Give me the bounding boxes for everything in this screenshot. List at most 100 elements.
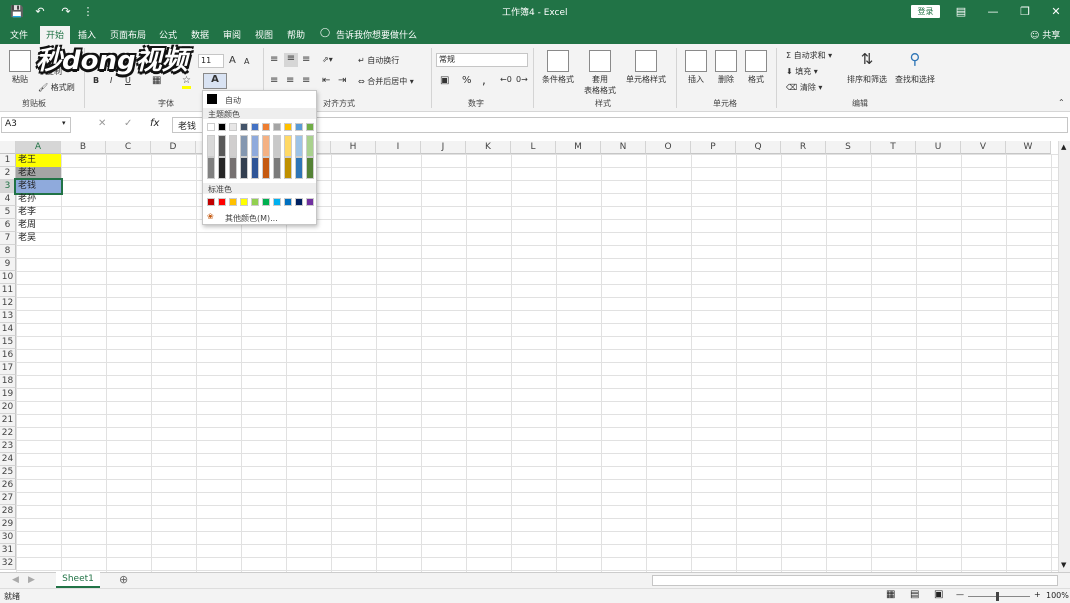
column-header[interactable]: H bbox=[331, 141, 376, 154]
row-header[interactable]: 29 bbox=[0, 518, 16, 531]
delete-cells-button[interactable]: 删除 bbox=[714, 50, 738, 85]
normal-view-icon[interactable]: ▦ bbox=[886, 589, 895, 600]
row-header[interactable]: 18 bbox=[0, 375, 16, 388]
color-swatch[interactable] bbox=[273, 198, 281, 206]
row-header[interactable]: 11 bbox=[0, 284, 16, 297]
color-swatch[interactable] bbox=[207, 157, 215, 179]
underline-button[interactable]: U bbox=[125, 76, 131, 85]
italic-button[interactable]: I bbox=[110, 76, 112, 85]
table-cell[interactable]: 老吴 bbox=[16, 232, 61, 245]
name-box[interactable]: A3 bbox=[1, 117, 71, 133]
close-icon[interactable]: ✕ bbox=[1048, 4, 1064, 20]
align-center-icon[interactable]: ≡ bbox=[286, 75, 294, 86]
color-swatch[interactable] bbox=[273, 123, 281, 131]
column-header[interactable]: M bbox=[556, 141, 601, 154]
column-header[interactable]: I bbox=[376, 141, 421, 154]
color-swatch[interactable] bbox=[207, 198, 215, 206]
decrease-decimal-icon[interactable]: 0→ bbox=[516, 75, 528, 84]
auto-color-option[interactable]: 自动 bbox=[225, 95, 241, 106]
color-swatch[interactable] bbox=[273, 157, 281, 179]
color-swatch[interactable] bbox=[240, 135, 248, 157]
color-swatch[interactable] bbox=[251, 123, 259, 131]
tab-file[interactable]: 文件 bbox=[10, 28, 28, 41]
tab-review[interactable]: 审阅 bbox=[223, 28, 241, 41]
column-header[interactable]: R bbox=[781, 141, 826, 154]
color-swatch[interactable] bbox=[306, 135, 314, 157]
column-header[interactable]: J bbox=[421, 141, 466, 154]
enter-entry-icon[interactable]: ✓ bbox=[124, 118, 132, 129]
save-icon[interactable]: 💾 bbox=[9, 4, 25, 20]
format-as-table-button[interactable]: 套用 表格格式 bbox=[580, 50, 620, 96]
row-header[interactable]: 26 bbox=[0, 479, 16, 492]
column-header[interactable]: K bbox=[466, 141, 511, 154]
color-swatch[interactable] bbox=[306, 123, 314, 131]
shrink-font-button[interactable]: A bbox=[244, 57, 249, 66]
column-header[interactable]: C bbox=[106, 141, 151, 154]
column-header[interactable]: V bbox=[961, 141, 1006, 154]
column-header[interactable]: U bbox=[916, 141, 961, 154]
table-cell[interactable]: 老李 bbox=[16, 206, 61, 219]
color-swatch[interactable] bbox=[295, 123, 303, 131]
color-swatch[interactable] bbox=[229, 198, 237, 206]
row-header[interactable]: 7 bbox=[0, 232, 16, 245]
color-swatch[interactable] bbox=[207, 135, 215, 157]
increase-decimal-icon[interactable]: ←0 bbox=[500, 75, 512, 84]
align-right-icon[interactable]: ≡ bbox=[302, 75, 310, 86]
tab-help[interactable]: 帮助 bbox=[287, 28, 305, 41]
row-header[interactable]: 1 bbox=[0, 154, 16, 167]
row-header[interactable]: 5 bbox=[0, 206, 16, 219]
row-header[interactable]: 23 bbox=[0, 440, 16, 453]
row-header[interactable]: 12 bbox=[0, 297, 16, 310]
share-button[interactable]: ☺ 共享 bbox=[1030, 28, 1060, 41]
column-header[interactable]: N bbox=[601, 141, 646, 154]
page-layout-view-icon[interactable]: ▤ bbox=[910, 589, 919, 600]
row-header[interactable]: 14 bbox=[0, 323, 16, 336]
merge-center-button[interactable]: ⇔ 合并后居中 ▾ bbox=[358, 76, 414, 87]
more-colors-option[interactable]: 其他颜色(M)... bbox=[225, 213, 278, 224]
decrease-indent-icon[interactable]: ⇤ bbox=[322, 75, 330, 86]
table-cell[interactable]: 老赵 bbox=[16, 167, 61, 180]
color-swatch[interactable] bbox=[251, 135, 259, 157]
auto-color-swatch[interactable] bbox=[207, 94, 217, 104]
add-sheet-icon[interactable]: ⊕ bbox=[119, 573, 128, 586]
zoom-level[interactable]: 100% bbox=[1046, 591, 1069, 600]
row-header[interactable]: 16 bbox=[0, 349, 16, 362]
wrap-text-button[interactable]: ↵ 自动换行 bbox=[358, 55, 399, 66]
tab-view[interactable]: 视图 bbox=[255, 28, 273, 41]
comma-style-button[interactable]: , bbox=[482, 73, 486, 87]
conditional-format-button[interactable]: 条件格式 bbox=[540, 50, 576, 85]
color-swatch[interactable] bbox=[284, 123, 292, 131]
fill-color-icon[interactable]: ☆ bbox=[182, 75, 191, 89]
row-header[interactable]: 20 bbox=[0, 401, 16, 414]
color-swatch[interactable] bbox=[284, 157, 292, 179]
color-swatch[interactable] bbox=[295, 135, 303, 157]
sort-filter-button[interactable]: ⇅ 排序和筛选 bbox=[844, 50, 890, 85]
horizontal-scrollbar[interactable] bbox=[652, 575, 1058, 586]
align-left-icon[interactable]: ≡ bbox=[270, 75, 278, 86]
row-header[interactable]: 27 bbox=[0, 492, 16, 505]
color-swatch[interactable] bbox=[240, 123, 248, 131]
collapse-ribbon-icon[interactable]: ⌃ bbox=[1058, 98, 1065, 107]
row-header[interactable]: 8 bbox=[0, 245, 16, 258]
color-swatch[interactable] bbox=[251, 198, 259, 206]
column-header[interactable]: Q bbox=[736, 141, 781, 154]
color-swatch[interactable] bbox=[218, 198, 226, 206]
column-header[interactable]: S bbox=[826, 141, 871, 154]
row-header[interactable]: 31 bbox=[0, 544, 16, 557]
align-top-icon[interactable]: ≡ bbox=[270, 54, 278, 65]
color-swatch[interactable] bbox=[262, 123, 270, 131]
name-box-dropdown-icon[interactable]: ▾ bbox=[62, 119, 66, 127]
bold-button[interactable]: B bbox=[93, 76, 99, 85]
borders-icon[interactable]: ▦ bbox=[152, 75, 161, 86]
number-format-combo[interactable]: 常规 bbox=[436, 53, 528, 67]
row-header[interactable]: 32 bbox=[0, 557, 16, 570]
zoom-slider-thumb[interactable] bbox=[996, 592, 999, 601]
color-swatch[interactable] bbox=[262, 135, 270, 157]
table-cell[interactable]: 老周 bbox=[16, 219, 61, 232]
paste-button[interactable]: 粘贴 bbox=[6, 50, 34, 85]
color-swatch[interactable] bbox=[240, 198, 248, 206]
row-header[interactable]: 2 bbox=[0, 167, 16, 180]
color-swatch[interactable] bbox=[240, 157, 248, 179]
color-swatch[interactable] bbox=[262, 157, 270, 179]
format-painter-button[interactable]: 🖌 格式刷 bbox=[38, 82, 75, 93]
